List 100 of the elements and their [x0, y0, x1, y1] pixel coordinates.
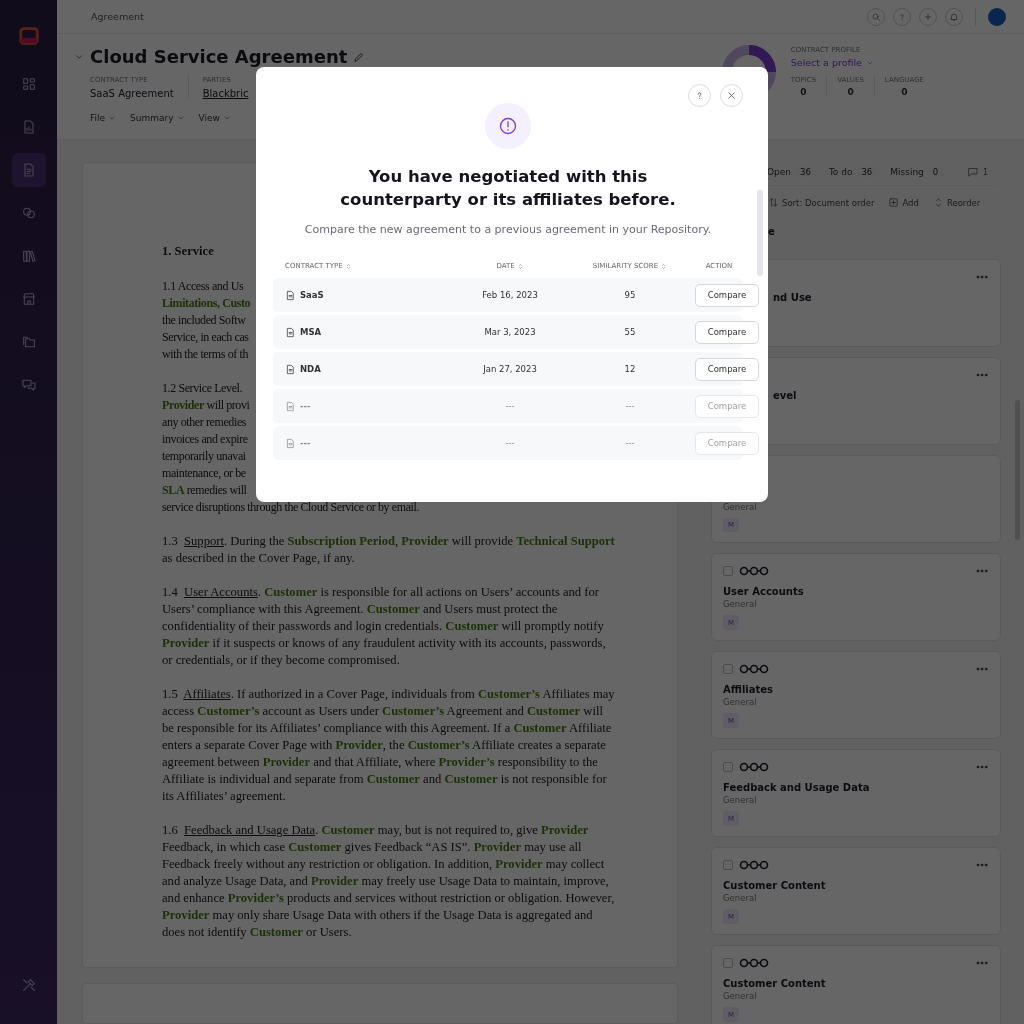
- table-cell: MSA: [300, 327, 322, 337]
- linked-circles-icon: [20, 205, 37, 221]
- text-line: SLA remedies will: [162, 482, 247, 499]
- bell-icon: [949, 11, 959, 22]
- help-button[interactable]: [688, 84, 711, 107]
- caret-icon: [176, 114, 185, 122]
- toolbar-button[interactable]: Sort: Document order: [768, 197, 875, 208]
- scrollbar[interactable]: [757, 190, 763, 276]
- dialog-subtitle: Compare the new agreement to a previous agreement in your Repository.: [304, 223, 712, 236]
- search-icon: [871, 11, 881, 22]
- pencil-icon: [353, 50, 366, 63]
- clause-title: Feedback and Usage Data: [723, 782, 871, 793]
- stat-value: 0: [901, 87, 908, 97]
- sort-arrows-icon: [768, 197, 779, 208]
- menu-button[interactable]: File: [90, 113, 117, 123]
- add-box-icon: [888, 197, 900, 208]
- table-cell: ---: [625, 401, 635, 411]
- clause-checkbox[interactable]: [723, 860, 733, 870]
- text-line: the included Softw: [162, 312, 246, 329]
- table-cell: Mar 3, 2023: [484, 327, 536, 337]
- close-button[interactable]: [720, 84, 743, 107]
- file-icon: [285, 363, 296, 375]
- plus-icon: [923, 11, 933, 22]
- books-icon: [20, 248, 37, 264]
- file-icon: [285, 289, 296, 301]
- filter-tab[interactable]: Missing 0: [890, 165, 943, 179]
- clause-title: nd Use: [773, 292, 812, 303]
- agreement-title: Cloud Service Agreement: [90, 46, 348, 67]
- menu-button[interactable]: View: [198, 113, 231, 123]
- dialog-title: You have negotiated with this counterparty or its affiliates before.: [339, 166, 677, 211]
- table-cell: ---: [625, 438, 635, 448]
- text-line: service disruptions through the Cloud Service or by email.: [162, 499, 420, 516]
- text-line: temporarily unavai: [162, 448, 246, 465]
- sidebar-item[interactable]: [11, 153, 46, 187]
- text-line: invoices and expire: [162, 431, 248, 448]
- table-cell: ---: [505, 438, 515, 448]
- sort-icon: [344, 262, 352, 270]
- clause-checkbox[interactable]: [723, 762, 733, 772]
- help-button[interactable]: [893, 7, 911, 26]
- table-cell: NDA: [300, 364, 321, 374]
- toolbar-button[interactable]: Reorder: [932, 197, 981, 208]
- table-cell: 55: [624, 327, 636, 337]
- compare-button[interactable]: Compare: [695, 283, 759, 307]
- caret-icon: [108, 114, 117, 122]
- add-button[interactable]: [919, 7, 937, 26]
- caret-icon: [222, 114, 231, 122]
- stat-value: 0: [847, 87, 854, 97]
- close-icon: [726, 90, 737, 101]
- field-value: SaaS Agreement: [90, 88, 174, 99]
- comment-icon: [966, 166, 979, 178]
- compare-button[interactable]: Compare: [695, 357, 759, 381]
- filter-tab[interactable]: Open 36: [767, 165, 815, 179]
- text-line: 1.2 Service Level.: [162, 380, 243, 397]
- clause-checkbox[interactable]: [723, 958, 733, 968]
- sort-icon: [660, 262, 668, 270]
- table-cell: ---: [300, 438, 311, 448]
- logo-icon[interactable]: [17, 25, 40, 47]
- clause-title: Customer Content: [723, 978, 827, 989]
- text-line: Limitations, Custo: [162, 295, 251, 312]
- tools-icon: [20, 977, 37, 993]
- text-line: Service, in each cas: [162, 329, 249, 346]
- table-cell: SaaS: [300, 290, 324, 300]
- notifications-button[interactable]: [945, 7, 963, 26]
- store-icon: [20, 291, 37, 307]
- folders-icon: [20, 334, 37, 350]
- clause-title: evel: [773, 390, 797, 401]
- chat-icon: [20, 377, 37, 393]
- breadcrumb[interactable]: Agreement: [91, 11, 144, 22]
- table-cell: 95: [624, 290, 636, 300]
- clause-title: User Accounts: [723, 586, 805, 597]
- sort-icon: [516, 262, 524, 270]
- file-icon: [285, 326, 296, 338]
- clause-checkbox[interactable]: [723, 566, 733, 576]
- party-link[interactable]: Blackbric: [202, 88, 249, 99]
- grid-icon: [20, 76, 37, 92]
- toolbar-button[interactable]: Add: [888, 197, 919, 208]
- file-icon: [285, 437, 296, 449]
- clause-checkbox[interactable]: [723, 664, 733, 674]
- question-mark-icon: [897, 11, 907, 22]
- clause-paragraph: 1.5 Affiliates. If authorized in a Cover Page, individuals from Customer’s Affiliates may access Customer’s account as Users under Customer’s Agreement and Customer will be responsible for its Affiliates’ compliance with this Agreement. If a Customer Affiliate enters a separate Cover Page with Provider, the Customer’s Affiliate creates a separate agreement between Provider and that Affiliate, where Provider’s responsibility to the Affiliate is individual and separate from Customer and Customer is not responsible for its Affiliates’ agreement.: [162, 686, 616, 805]
- clause-title: Customer Content: [723, 880, 827, 891]
- section-heading: 1. Service: [162, 243, 215, 260]
- avatar[interactable]: [988, 7, 1006, 26]
- compare-button[interactable]: Compare: [695, 320, 759, 344]
- exclamation-circle-icon: [498, 116, 518, 136]
- text-line: 1.1 Access and Us: [162, 278, 244, 295]
- stat-value: 0: [800, 87, 807, 97]
- text-line: maintenance, or be: [162, 465, 246, 482]
- filter-tab[interactable]: To do 36: [828, 165, 877, 179]
- comment-count: 1: [982, 167, 988, 177]
- search-button[interactable]: [867, 7, 885, 26]
- text-line: Provider will provi: [162, 397, 250, 414]
- table-cell: ---: [505, 401, 515, 411]
- text-line: any other remedies: [162, 414, 247, 431]
- menu-button[interactable]: Summary: [130, 113, 185, 123]
- table-cell: 12: [624, 364, 636, 374]
- table-cell: Feb 16, 2023: [482, 290, 538, 300]
- file-icon: [285, 400, 296, 412]
- clause-title: Affiliates: [723, 684, 774, 695]
- profile-dropdown[interactable]: Select a profile: [790, 57, 934, 68]
